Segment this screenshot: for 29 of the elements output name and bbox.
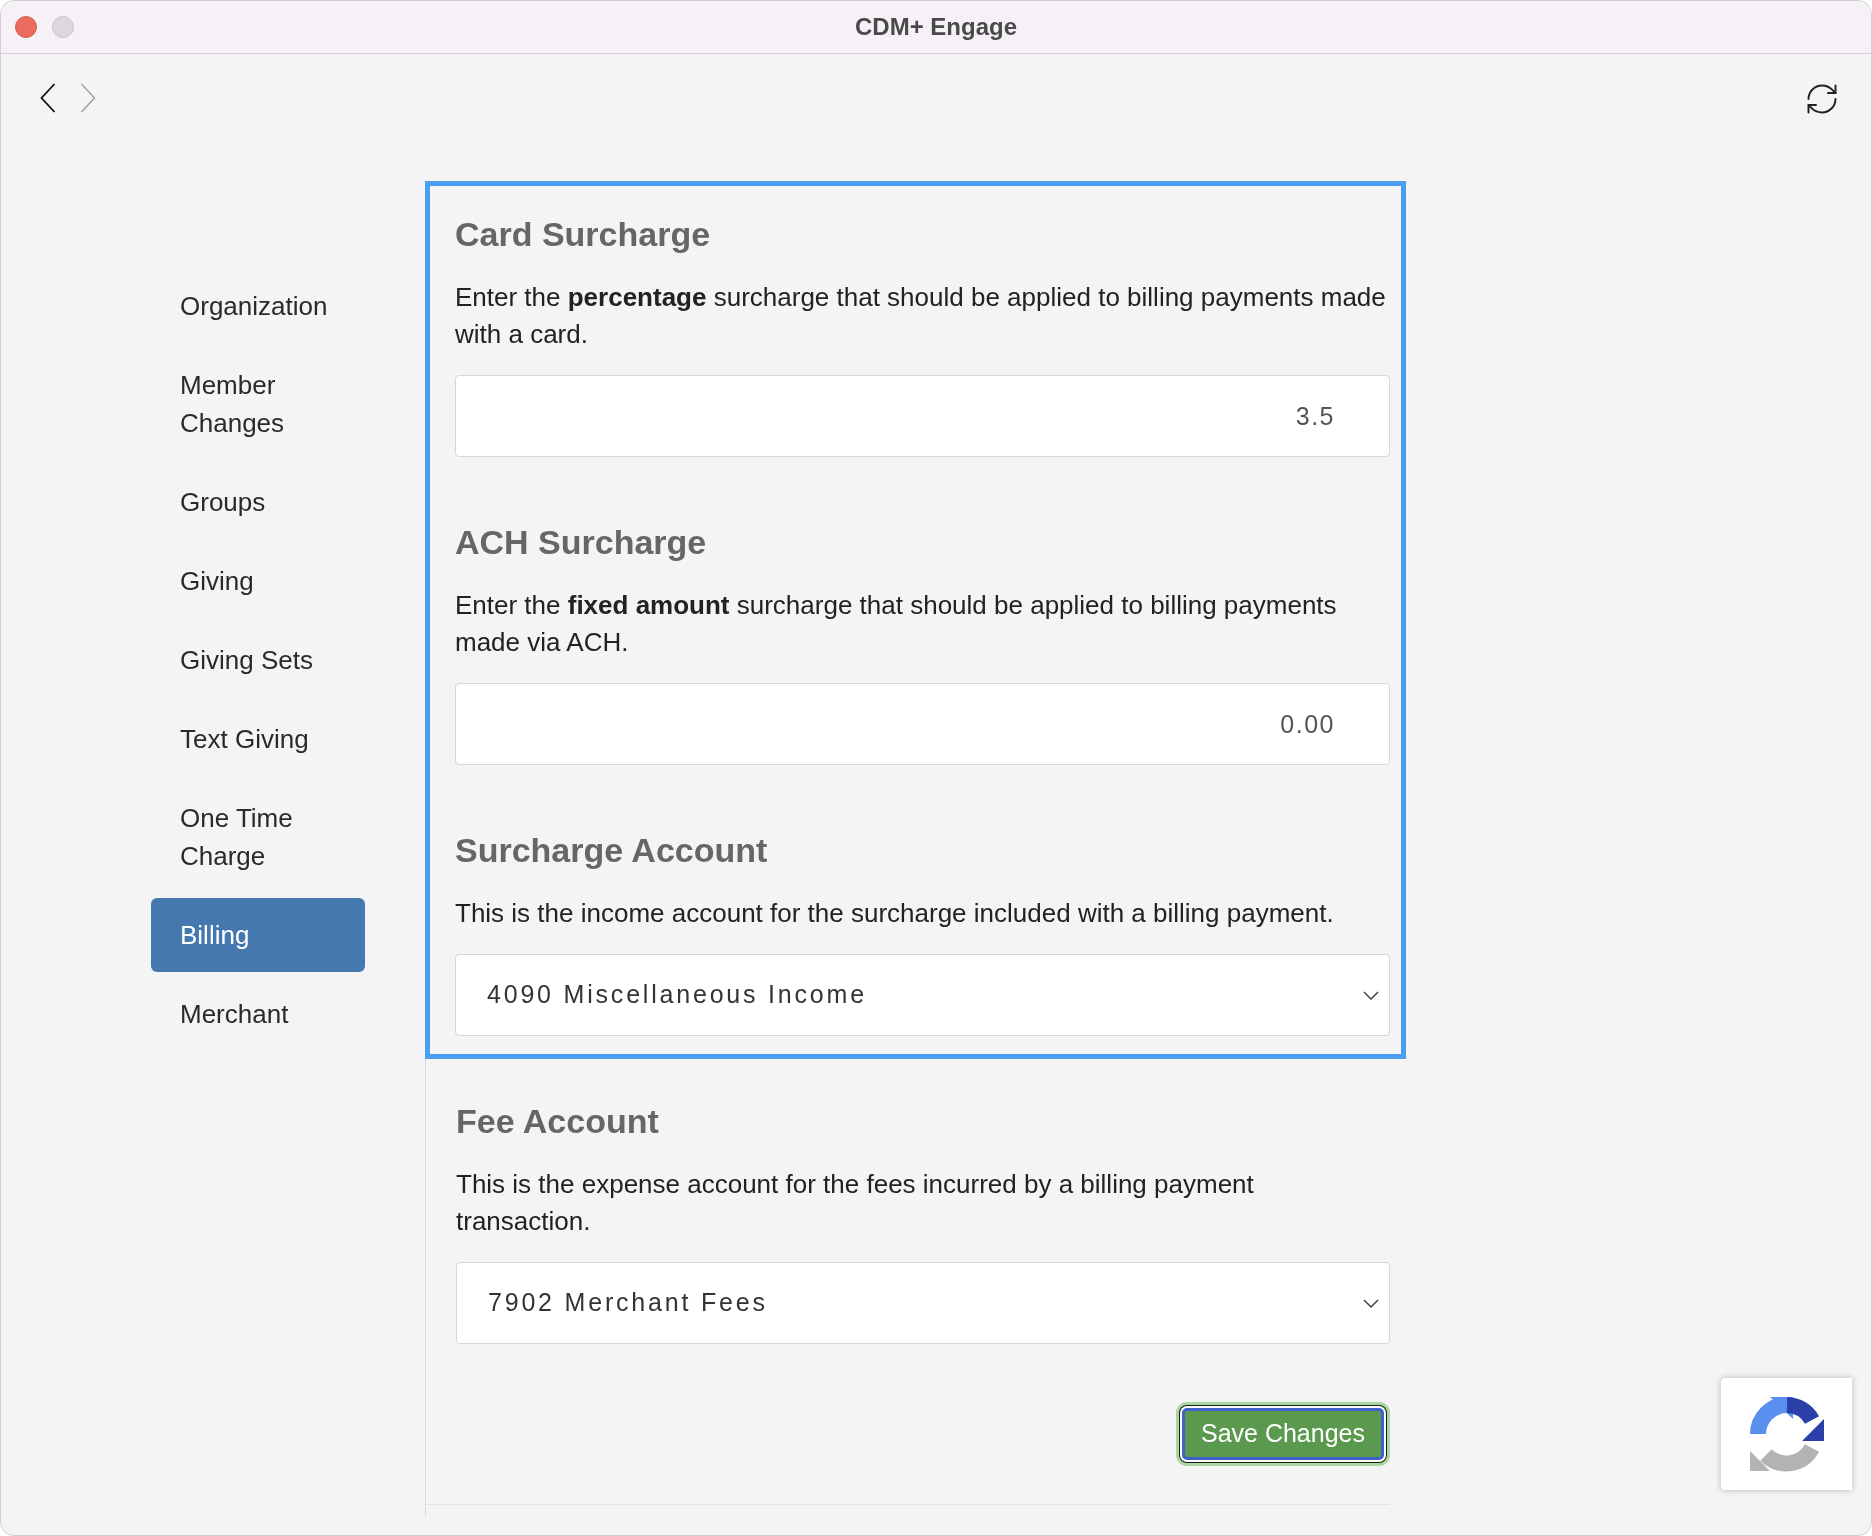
back-chevron-icon[interactable] <box>40 83 56 113</box>
section-heading: Card Surcharge <box>455 214 712 254</box>
chevron-down-icon <box>1363 1298 1379 1308</box>
account-dropdown[interactable]: 4090 Miscellaneous Income <box>455 954 1390 1036</box>
window-title: CDM+ Engage <box>855 12 1017 42</box>
floating-badge[interactable] <box>1721 1378 1852 1490</box>
account-dropdown[interactable]: 7902 Merchant Fees <box>456 1262 1390 1344</box>
section-description: Enter the fixed amount surcharge that should be applied to billing payments made via ACH. <box>455 589 1338 659</box>
chevron-down-icon <box>1363 990 1379 1000</box>
sidebar-item[interactable]: Organization <box>151 269 365 343</box>
sidebar-item[interactable]: Giving <box>151 544 365 618</box>
close-button[interactable] <box>15 16 37 38</box>
number-input[interactable]: 0.00 <box>455 683 1390 765</box>
sidebar-item[interactable]: Billing <box>151 898 365 972</box>
section-heading: ACH Surcharge <box>455 522 708 562</box>
section-heading: Fee Account <box>456 1101 660 1141</box>
section-description: Enter the percentage surcharge that should be applied to billing payments made with a card. <box>455 281 1387 351</box>
sidebar-item[interactable]: Merchant <box>151 977 365 1051</box>
section-description: This is the expense account for the fees incurred by a billing payment transaction. <box>456 1168 1255 1238</box>
section-heading: Surcharge Account <box>455 830 769 870</box>
sidebar-item[interactable]: Giving Sets <box>151 623 365 697</box>
sidebar-item[interactable]: One Time Charge <box>151 781 365 893</box>
sidebar-item[interactable]: Text Giving <box>151 702 365 776</box>
sidebar-item[interactable]: Member Changes <box>151 348 365 460</box>
section-description: This is the income account for the surcharge included with a billing payment. <box>455 897 1335 930</box>
number-input[interactable]: 3.5 <box>455 375 1390 457</box>
circular-arrows-icon <box>1747 1395 1826 1473</box>
sidebar-item[interactable]: Groups <box>151 465 365 539</box>
refresh-icon[interactable] <box>1807 84 1837 114</box>
